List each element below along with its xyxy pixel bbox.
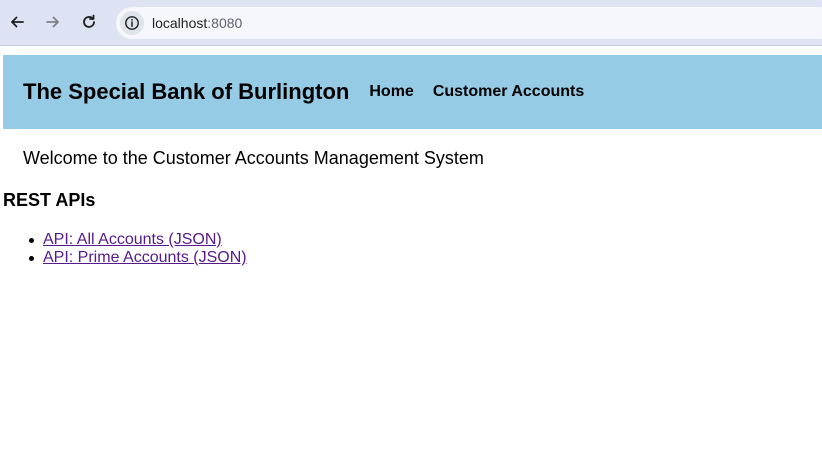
browser-toolbar: localhost:8080: [0, 0, 822, 46]
url-port: :8080: [207, 15, 243, 31]
url-host: localhost: [152, 15, 208, 31]
url-text[interactable]: localhost:8080: [152, 15, 242, 31]
nav-home-link[interactable]: Home: [369, 83, 413, 101]
back-button[interactable]: [4, 9, 30, 35]
nav-customer-accounts-link[interactable]: Customer Accounts: [433, 83, 584, 101]
welcome-message: Welcome to the Customer Accounts Managem…: [23, 148, 484, 168]
forward-arrow-icon: [45, 14, 61, 30]
back-arrow-icon: [9, 14, 25, 30]
api-prime-accounts-link[interactable]: API: Prime Accounts (JSON): [43, 249, 247, 266]
page-content: The Special Bank of Burlington Home Cust…: [0, 47, 822, 452]
reload-button[interactable]: [76, 9, 102, 35]
brand-title: The Special Bank of Burlington: [23, 79, 350, 104]
reload-icon: [81, 14, 97, 30]
api-link-list: API: All Accounts (JSON) API: Prime Acco…: [29, 231, 247, 267]
rest-apis-heading: REST APIs: [3, 190, 96, 210]
list-item: API: Prime Accounts (JSON): [29, 249, 247, 267]
list-item: API: All Accounts (JSON): [29, 231, 247, 249]
forward-button[interactable]: [40, 9, 66, 35]
address-bar[interactable]: localhost:8080: [116, 7, 822, 39]
site-header: The Special Bank of Burlington Home Cust…: [3, 55, 822, 129]
info-icon[interactable]: [120, 11, 144, 35]
api-all-accounts-link[interactable]: API: All Accounts (JSON): [43, 231, 222, 248]
